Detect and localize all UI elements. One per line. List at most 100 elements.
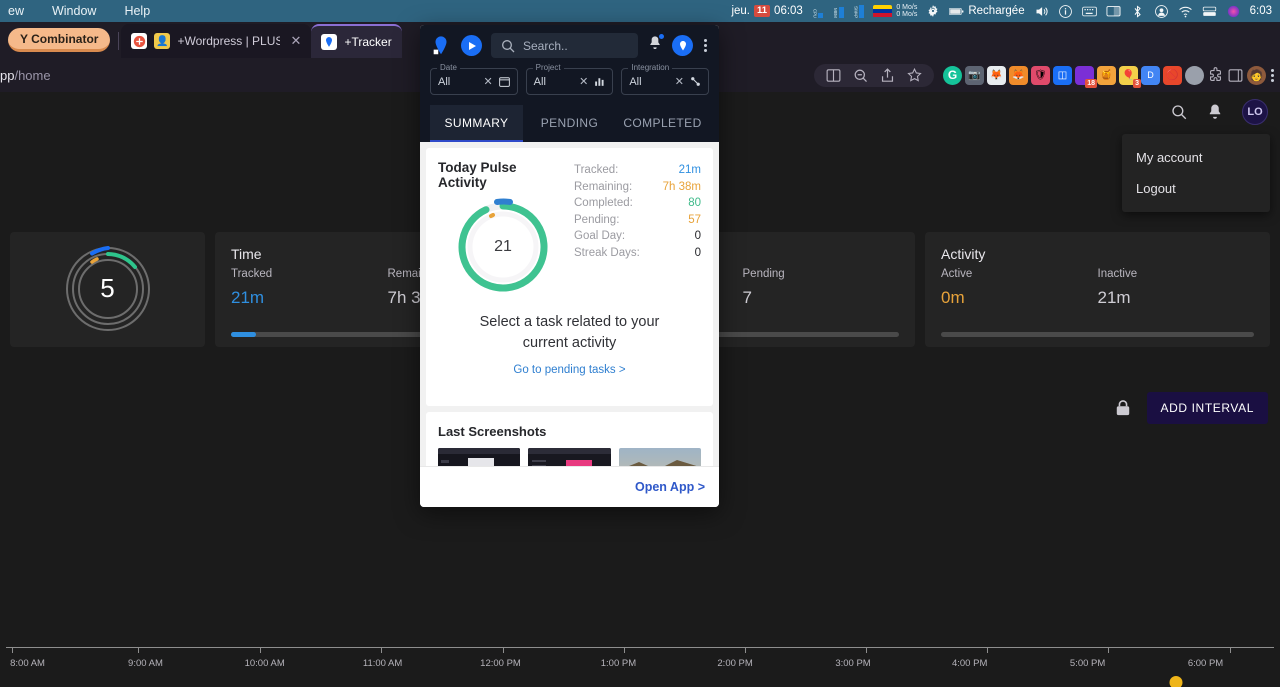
tab-tracker[interactable]: +Tracker [311, 24, 402, 58]
filter-caption: Project [532, 63, 564, 72]
siri-icon[interactable] [1226, 4, 1241, 19]
metamask-icon[interactable]: 🦊 [987, 65, 1006, 85]
address-bar[interactable]: pp/home [0, 68, 51, 83]
sidebar-icon[interactable] [1227, 67, 1244, 84]
tab-completed[interactable]: COMPLETED [616, 105, 709, 142]
chart-bars-icon[interactable] [593, 75, 606, 88]
pulse-title: Today Pulse Activity [438, 160, 517, 190]
menu-view[interactable]: ew [8, 4, 24, 18]
display-icon[interactable] [1106, 4, 1121, 19]
kebab-menu-icon[interactable] [702, 39, 709, 52]
timeline[interactable]: 8:00 AM 9:00 AM 10:00 AM 11:00 AM 12:00 … [0, 647, 1280, 687]
integration-icon[interactable] [689, 75, 702, 88]
lock-icon[interactable] [1115, 399, 1131, 417]
info-icon[interactable] [1058, 4, 1073, 19]
split-screen-icon[interactable] [825, 67, 842, 84]
tab-wordpress[interactable]: 👤 +Wordpress | PLUSTEAM |L ✕ [121, 24, 312, 58]
user-icon[interactable] [1154, 4, 1169, 19]
menu-item-logout[interactable]: Logout [1122, 173, 1270, 204]
metric-label: Pending [742, 268, 785, 280]
dark-reader-icon[interactable]: 18 [1075, 65, 1097, 88]
timeline-label: 11:00 AM [362, 658, 403, 669]
translate-icon[interactable] [1185, 65, 1204, 85]
swap-monitor-icon[interactable]: SWAP [853, 4, 865, 18]
search-input[interactable]: Search.. [491, 33, 638, 58]
adblock-icon[interactable]: 🚫 [1163, 65, 1182, 85]
filter-project[interactable]: Project All ✕ [525, 63, 614, 95]
filter-integration[interactable]: Integration All ✕ [621, 63, 710, 95]
tab-divider [118, 32, 120, 50]
close-icon[interactable]: ✕ [579, 75, 588, 88]
timeline-marker-dot[interactable] [1169, 676, 1183, 687]
ring-value: 5 [100, 273, 115, 303]
close-icon[interactable]: ✕ [291, 33, 302, 49]
storage-icon[interactable] [1202, 4, 1217, 19]
stat-goal-day: Goal Day: 0 [574, 228, 701, 245]
pocket-icon[interactable]: 🛡 [1031, 65, 1050, 85]
swap-label: SWAP [853, 6, 859, 18]
screenshot-icon[interactable]: 📷 [965, 65, 984, 85]
menu-window[interactable]: Window [52, 4, 96, 18]
bluetooth-icon[interactable] [1130, 4, 1145, 19]
metric-value: 0m [941, 288, 965, 307]
chrome-menu-icon[interactable] [1269, 68, 1276, 82]
notifications-bell-icon[interactable] [647, 34, 664, 56]
play-icon[interactable] [461, 35, 482, 56]
pulse-wrap: Today Pulse Activity 21 Tracked: 21m Rem… [438, 160, 701, 298]
share-icon[interactable] [879, 67, 896, 84]
grammarly-icon[interactable]: G [943, 65, 962, 85]
menubar-clock[interactable]: 6:03 [1250, 5, 1272, 17]
zoom-out-icon[interactable] [852, 67, 869, 84]
bookmark-pill-y-combinator[interactable]: Y Combinator [8, 28, 111, 52]
calendar-icon[interactable] [498, 75, 511, 88]
extensions-puzzle-icon[interactable] [1207, 66, 1224, 84]
menu-help[interactable]: Help [124, 4, 150, 18]
metric-label: Inactive [1097, 268, 1138, 280]
account-avatar-icon[interactable] [672, 35, 693, 56]
volume-icon[interactable] [1034, 4, 1049, 19]
search-icon[interactable] [1170, 103, 1188, 121]
avatar[interactable]: LO [1242, 99, 1268, 125]
screenshot-thumbnail[interactable]: 5:40 PM [618, 448, 701, 466]
memory-monitor-icon[interactable]: MEM [832, 4, 844, 18]
profile-avatar-icon[interactable]: 🧑 [1247, 65, 1266, 85]
gear-icon[interactable] [926, 4, 940, 18]
metric-label: Tracked [231, 268, 273, 280]
close-icon[interactable]: ✕ [675, 75, 684, 88]
lastpass-icon[interactable]: 🎈 3 [1119, 65, 1141, 88]
bookmark-star-icon[interactable] [906, 67, 923, 84]
stat-pending: Pending: 57 [574, 212, 701, 229]
firefox-relay-icon[interactable]: 🦊 [1009, 65, 1028, 85]
tab-pending[interactable]: PENDING [523, 105, 616, 142]
cpu-monitor-icon[interactable]: CPU [812, 4, 824, 18]
progress-track [941, 332, 1254, 337]
keyboard-icon[interactable] [1081, 4, 1097, 19]
bitwarden-icon[interactable]: ◫ [1053, 65, 1072, 85]
timeline-label: 6:00 PM [1187, 658, 1224, 669]
timeline-label: 8:00 AM [10, 658, 45, 669]
add-interval-button[interactable]: ADD INTERVAL [1146, 392, 1268, 424]
screenshot-thumbnail[interactable]: 5:50 PM [528, 448, 611, 466]
screenshot-thumbnail[interactable]: 6:01 PM [438, 448, 521, 466]
lastpass-badge: 3 [1133, 78, 1141, 88]
tab-label: +Wordpress | PLUSTEAM |L [177, 34, 280, 48]
open-app-link[interactable]: Open App > [635, 480, 705, 494]
close-icon[interactable]: ✕ [483, 75, 492, 88]
clock-date[interactable]: jeu. 11 06:03 [731, 5, 803, 17]
wifi-icon[interactable] [1178, 4, 1193, 19]
pulse-left: Today Pulse Activity 21 [438, 160, 568, 298]
filter-date[interactable]: Date All ✕ [430, 63, 518, 95]
battery-status[interactable]: Rechargée [949, 4, 1025, 19]
tab-summary[interactable]: SUMMARY [430, 105, 523, 142]
notifications-bell-icon[interactable] [1206, 103, 1224, 121]
go-to-pending-tasks-link[interactable]: Go to pending tasks > [456, 364, 683, 376]
metric-value: 7 [742, 288, 752, 307]
google-docs-icon[interactable]: D [1141, 65, 1160, 85]
tracker-logo-icon[interactable] [430, 35, 452, 57]
honey-icon[interactable]: 🍯 [1097, 65, 1116, 85]
tracker-logo-icon [679, 40, 686, 50]
menu-item-my-account[interactable]: My account [1122, 142, 1270, 173]
network-monitor[interactable]: 0 Mo/s 0 Mo/s [873, 4, 917, 19]
last-screenshots-card: Last Screenshots 6:01 PM [426, 412, 713, 466]
search-icon [502, 39, 515, 52]
